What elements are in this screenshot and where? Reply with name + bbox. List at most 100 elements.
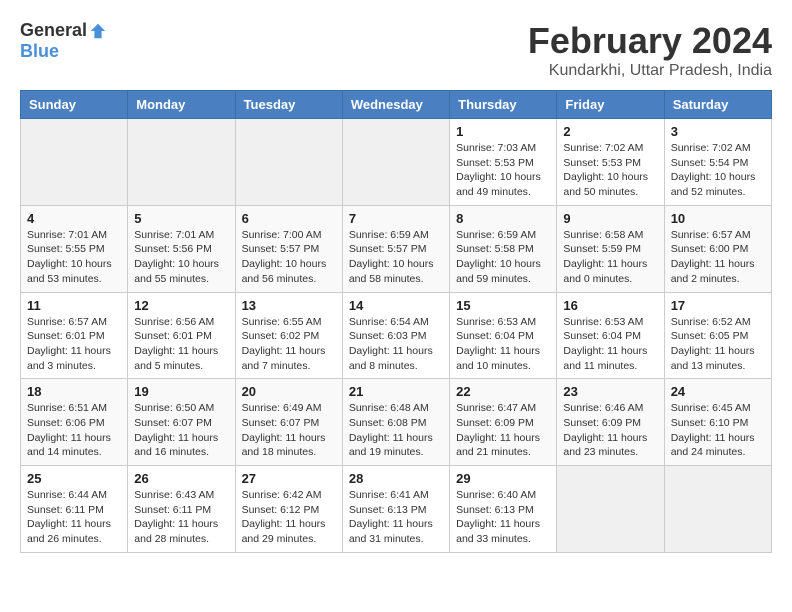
day-info: Sunrise: 7:02 AMSunset: 5:54 PMDaylight:… — [671, 141, 765, 200]
calendar-day-header: Friday — [557, 91, 664, 119]
day-info: Sunrise: 6:53 AMSunset: 6:04 PMDaylight:… — [456, 315, 550, 374]
calendar-cell: 21 Sunrise: 6:48 AMSunset: 6:08 PMDayligh… — [342, 379, 449, 466]
day-info: Sunrise: 7:01 AMSunset: 5:55 PMDaylight:… — [27, 228, 121, 287]
calendar-cell — [557, 466, 664, 553]
day-number: 10 — [671, 211, 765, 226]
day-number: 29 — [456, 471, 550, 486]
calendar-cell — [128, 119, 235, 206]
day-info: Sunrise: 6:45 AMSunset: 6:10 PMDaylight:… — [671, 401, 765, 460]
calendar-cell: 22Sunrise: 6:47 AMSunset: 6:09 PMDayligh… — [450, 379, 557, 466]
day-number: 11 — [27, 298, 121, 313]
day-info: Sunrise: 6:59 AMSunset: 5:58 PMDaylight:… — [456, 228, 550, 287]
day-info: Sunrise: 7:03 AMSunset: 5:53 PMDaylight:… — [456, 141, 550, 200]
calendar-cell: 9 Sunrise: 6:58 AMSunset: 5:59 PMDaylight… — [557, 205, 664, 292]
day-number: 20 — [242, 384, 336, 399]
calendar-cell: 2 Sunrise: 7:02 AMSunset: 5:53 PMDaylight… — [557, 119, 664, 206]
calendar-cell: 18 Sunrise: 6:51 AMSunset: 6:06 PMDayligh… — [21, 379, 128, 466]
day-number: 27 — [242, 471, 336, 486]
calendar-cell: 14 Sunrise: 6:54 AMSunset: 6:03 PMDayligh… — [342, 292, 449, 379]
logo: General Blue — [20, 20, 107, 62]
day-info: Sunrise: 6:48 AMSunset: 6:08 PMDaylight:… — [349, 401, 443, 460]
calendar-week-row: 25Sunrise: 6:44 AMSunset: 6:11 PMDayligh… — [21, 466, 772, 553]
day-info: Sunrise: 6:49 AMSunset: 6:07 PMDaylight:… — [242, 401, 336, 460]
day-number: 19 — [134, 384, 228, 399]
calendar-cell: 27 Sunrise: 6:42 AMSunset: 6:12 PMDayligh… — [235, 466, 342, 553]
calendar-cell: 20 Sunrise: 6:49 AMSunset: 6:07 PMDayligh… — [235, 379, 342, 466]
day-info: Sunrise: 6:47 AMSunset: 6:09 PMDaylight:… — [456, 401, 550, 460]
day-number: 12 — [134, 298, 228, 313]
day-number: 21 — [349, 384, 443, 399]
calendar-cell: 12 Sunrise: 6:56 AMSunset: 6:01 PMDayligh… — [128, 292, 235, 379]
calendar-cell: 16Sunrise: 6:53 AMSunset: 6:04 PMDayligh… — [557, 292, 664, 379]
day-number: 13 — [242, 298, 336, 313]
calendar-cell: 13 Sunrise: 6:55 AMSunset: 6:02 PMDayligh… — [235, 292, 342, 379]
calendar-cell: 26 Sunrise: 6:43 AMSunset: 6:11 PMDayligh… — [128, 466, 235, 553]
calendar-cell: 24 Sunrise: 6:45 AMSunset: 6:10 PMDayligh… — [664, 379, 771, 466]
day-info: Sunrise: 6:58 AMSunset: 5:59 PMDaylight:… — [563, 228, 657, 287]
day-info: Sunrise: 6:57 AMSunset: 6:00 PMDaylight:… — [671, 228, 765, 287]
calendar-cell: 7 Sunrise: 6:59 AMSunset: 5:57 PMDaylight… — [342, 205, 449, 292]
day-number: 18 — [27, 384, 121, 399]
calendar-cell: 19Sunrise: 6:50 AMSunset: 6:07 PMDayligh… — [128, 379, 235, 466]
calendar-day-header: Saturday — [664, 91, 771, 119]
calendar-cell: 3Sunrise: 7:02 AMSunset: 5:54 PMDaylight… — [664, 119, 771, 206]
calendar-cell: 11 Sunrise: 6:57 AMSunset: 6:01 PMDayligh… — [21, 292, 128, 379]
calendar-table: SundayMondayTuesdayWednesdayThursdayFrid… — [20, 90, 772, 553]
day-info: Sunrise: 6:46 AMSunset: 6:09 PMDaylight:… — [563, 401, 657, 460]
day-number: 4 — [27, 211, 121, 226]
calendar-cell: 17Sunrise: 6:52 AMSunset: 6:05 PMDayligh… — [664, 292, 771, 379]
day-info: Sunrise: 6:53 AMSunset: 6:04 PMDaylight:… — [563, 315, 657, 374]
calendar-day-header: Wednesday — [342, 91, 449, 119]
day-number: 17 — [671, 298, 765, 313]
day-number: 1 — [456, 124, 550, 139]
day-info: Sunrise: 6:42 AMSunset: 6:12 PMDaylight:… — [242, 488, 336, 547]
month-title: February 2024 — [528, 20, 772, 62]
day-number: 2 — [563, 124, 657, 139]
calendar-cell — [21, 119, 128, 206]
calendar-day-header: Thursday — [450, 91, 557, 119]
logo-general-text: General — [20, 20, 87, 41]
calendar-cell: 4 Sunrise: 7:01 AMSunset: 5:55 PMDaylight… — [21, 205, 128, 292]
calendar-week-row: 4 Sunrise: 7:01 AMSunset: 5:55 PMDaylight… — [21, 205, 772, 292]
calendar-cell: 28Sunrise: 6:41 AMSunset: 6:13 PMDayligh… — [342, 466, 449, 553]
day-info: Sunrise: 6:41 AMSunset: 6:13 PMDaylight:… — [349, 488, 443, 547]
day-info: Sunrise: 6:51 AMSunset: 6:06 PMDaylight:… — [27, 401, 121, 460]
day-number: 7 — [349, 211, 443, 226]
calendar-day-header: Tuesday — [235, 91, 342, 119]
calendar-cell: 1 Sunrise: 7:03 AMSunset: 5:53 PMDaylight… — [450, 119, 557, 206]
calendar-cell — [664, 466, 771, 553]
calendar-cell — [342, 119, 449, 206]
day-info: Sunrise: 7:00 AMSunset: 5:57 PMDaylight:… — [242, 228, 336, 287]
day-number: 8 — [456, 211, 550, 226]
logo-blue-text: Blue — [20, 41, 59, 62]
day-info: Sunrise: 7:01 AMSunset: 5:56 PMDaylight:… — [134, 228, 228, 287]
day-info: Sunrise: 6:56 AMSunset: 6:01 PMDaylight:… — [134, 315, 228, 374]
day-number: 23 — [563, 384, 657, 399]
calendar-cell: 8 Sunrise: 6:59 AMSunset: 5:58 PMDaylight… — [450, 205, 557, 292]
day-info: Sunrise: 6:59 AMSunset: 5:57 PMDaylight:… — [349, 228, 443, 287]
day-number: 26 — [134, 471, 228, 486]
calendar-week-row: 1 Sunrise: 7:03 AMSunset: 5:53 PMDaylight… — [21, 119, 772, 206]
calendar-cell: 6Sunrise: 7:00 AMSunset: 5:57 PMDaylight… — [235, 205, 342, 292]
page-header: General Blue February 2024 Kundarkhi, Ut… — [20, 20, 772, 80]
day-number: 15 — [456, 298, 550, 313]
calendar-cell: 25Sunrise: 6:44 AMSunset: 6:11 PMDayligh… — [21, 466, 128, 553]
calendar-cell: 15 Sunrise: 6:53 AMSunset: 6:04 PMDayligh… — [450, 292, 557, 379]
title-section: February 2024 Kundarkhi, Uttar Pradesh, … — [528, 20, 772, 80]
day-info: Sunrise: 6:55 AMSunset: 6:02 PMDaylight:… — [242, 315, 336, 374]
calendar-cell: 23 Sunrise: 6:46 AMSunset: 6:09 PMDayligh… — [557, 379, 664, 466]
calendar-cell: 29 Sunrise: 6:40 AMSunset: 6:13 PMDayligh… — [450, 466, 557, 553]
day-info: Sunrise: 6:57 AMSunset: 6:01 PMDaylight:… — [27, 315, 121, 374]
day-info: Sunrise: 6:44 AMSunset: 6:11 PMDaylight:… — [27, 488, 121, 547]
day-info: Sunrise: 7:02 AMSunset: 5:53 PMDaylight:… — [563, 141, 657, 200]
day-number: 24 — [671, 384, 765, 399]
location: Kundarkhi, Uttar Pradesh, India — [528, 62, 772, 80]
day-number: 14 — [349, 298, 443, 313]
calendar-header-row: SundayMondayTuesdayWednesdayThursdayFrid… — [21, 91, 772, 119]
day-info: Sunrise: 6:54 AMSunset: 6:03 PMDaylight:… — [349, 315, 443, 374]
calendar-day-header: Monday — [128, 91, 235, 119]
calendar-week-row: 18 Sunrise: 6:51 AMSunset: 6:06 PMDayligh… — [21, 379, 772, 466]
day-info: Sunrise: 6:43 AMSunset: 6:11 PMDaylight:… — [134, 488, 228, 547]
day-number: 9 — [563, 211, 657, 226]
day-info: Sunrise: 6:40 AMSunset: 6:13 PMDaylight:… — [456, 488, 550, 547]
